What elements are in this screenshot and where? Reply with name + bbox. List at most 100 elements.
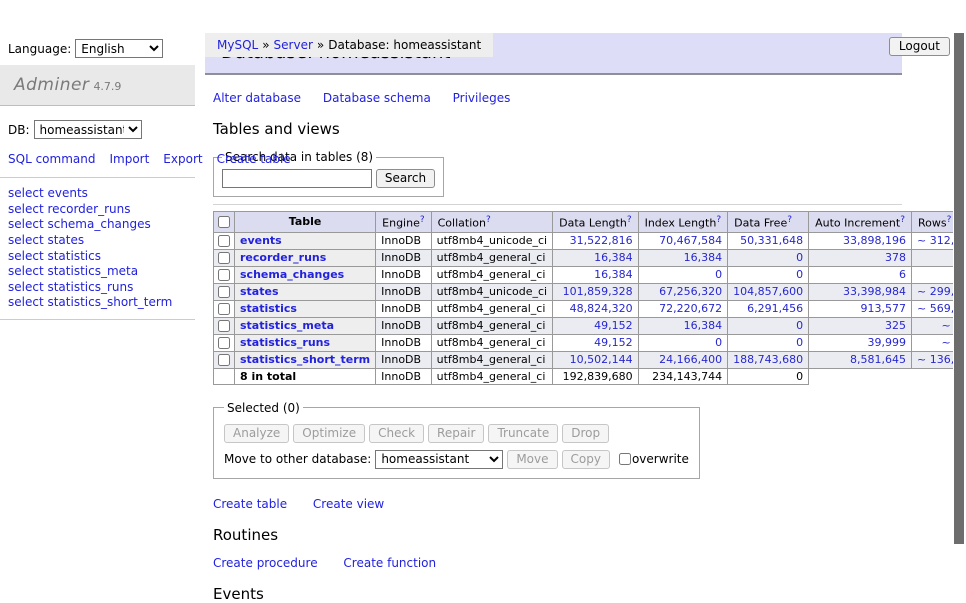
totals-row: 8 in total InnoDB utf8mb4_general_ci 192… — [214, 368, 966, 384]
help-icon[interactable]: ? — [627, 215, 632, 225]
data-free-cell: 0 — [728, 334, 809, 351]
table-link[interactable]: statistics_runs — [240, 336, 330, 349]
help-icon[interactable]: ? — [787, 215, 792, 225]
scrollbar-thumb[interactable] — [954, 33, 964, 544]
breadcrumb-current: Database: homeassistant — [328, 38, 481, 52]
data-length-cell: 48,824,320 — [553, 300, 638, 317]
create-procedure-link[interactable]: Create procedure — [213, 556, 318, 570]
repair-button[interactable]: Repair — [428, 424, 484, 443]
privileges-link[interactable]: Privileges — [453, 91, 511, 105]
table-link[interactable]: statistics — [240, 302, 297, 315]
table-link[interactable]: events — [240, 234, 282, 247]
help-icon[interactable]: ? — [420, 215, 425, 225]
breadcrumb-mysql-link[interactable]: MySQL — [217, 38, 258, 52]
drop-button[interactable]: Drop — [562, 424, 609, 443]
logout-button[interactable]: Logout — [889, 37, 950, 56]
sidebar-item-select-statistics-meta[interactable]: select statistics_meta — [8, 264, 187, 280]
row-checkbox[interactable] — [218, 320, 230, 332]
collation-cell: utf8mb4_general_ci — [431, 266, 552, 283]
data-free-cell: 188,743,680 — [728, 351, 809, 368]
table-row: states InnoDB utf8mb4_unicode_ci 101,859… — [214, 283, 966, 300]
table-link[interactable]: states — [240, 285, 279, 298]
help-icon[interactable]: ? — [900, 215, 905, 225]
table-name-cell: schema_changes — [235, 266, 376, 283]
sidebar-item-select-recorder-runs[interactable]: select recorder_runs — [8, 202, 187, 218]
total-index-length: 234,143,744 — [638, 368, 728, 384]
table-name-cell: statistics — [235, 300, 376, 317]
db-select[interactable]: homeassistant — [34, 120, 142, 139]
data-free-cell: 6,291,456 — [728, 300, 809, 317]
column-header-data-free: Data Free? — [728, 212, 809, 233]
table-link[interactable]: statistics_meta — [240, 319, 334, 332]
sidebar-item-select-statistics[interactable]: select statistics — [8, 249, 187, 265]
row-checkbox[interactable] — [218, 252, 230, 264]
import-link[interactable]: Import — [109, 152, 149, 166]
check-button[interactable]: Check — [369, 424, 424, 443]
optimize-button[interactable]: Optimize — [293, 424, 365, 443]
breadcrumb-server-link[interactable]: Server — [274, 38, 313, 52]
create-function-link[interactable]: Create function — [343, 556, 436, 570]
breadcrumb: MySQL»Server»Database: homeassistant — [205, 33, 493, 57]
search-input[interactable] — [222, 169, 372, 188]
sidebar-item-select-events[interactable]: select events — [8, 186, 187, 202]
sidebar-divider-bottom — [0, 319, 195, 320]
search-button[interactable]: Search — [376, 169, 435, 188]
truncate-button[interactable]: Truncate — [488, 424, 558, 443]
total-engine: InnoDB — [376, 368, 431, 384]
row-checkbox[interactable] — [218, 286, 230, 298]
move-button[interactable]: Move — [507, 450, 557, 469]
create-view-link[interactable]: Create view — [313, 497, 384, 511]
data-length-cell: 101,859,328 — [553, 283, 638, 300]
sidebar-item-select-statistics-runs[interactable]: select statistics_runs — [8, 280, 187, 296]
overwrite-checkbox[interactable] — [619, 453, 631, 465]
adminer-brand: Adminer — [14, 75, 89, 95]
analyze-button[interactable]: Analyze — [224, 424, 289, 443]
column-header-auto-increment: Auto Increment? — [809, 212, 912, 233]
table-name-cell: statistics_meta — [235, 317, 376, 334]
row-checkbox[interactable] — [218, 303, 230, 315]
help-icon[interactable]: ? — [486, 215, 491, 225]
sql-command-link[interactable]: SQL command — [8, 152, 95, 166]
sidebar-item-select-schema-changes[interactable]: select schema_changes — [8, 217, 187, 233]
help-icon[interactable]: ? — [947, 215, 952, 225]
copy-button[interactable]: Copy — [562, 450, 610, 469]
sidebar-item-select-statistics-short-term[interactable]: select statistics_short_term — [8, 295, 187, 311]
row-checkbox[interactable] — [218, 269, 230, 281]
row-checkbox[interactable] — [218, 354, 230, 366]
engine-cell: InnoDB — [376, 317, 431, 334]
index-length-cell: 72,220,672 — [638, 300, 728, 317]
select-all-checkbox[interactable] — [218, 216, 230, 228]
database-actions: Alter database Database schema Privilege… — [213, 91, 902, 105]
data-free-cell: 0 — [728, 249, 809, 266]
table-link[interactable]: recorder_runs — [240, 251, 326, 264]
table-row: schema_changes InnoDB utf8mb4_general_ci… — [214, 266, 966, 283]
table-link[interactable]: statistics_short_term — [240, 353, 370, 366]
selected-buttons-row: AnalyzeOptimizeCheckRepairTruncateDrop — [224, 424, 689, 443]
breadcrumb-separator: » — [262, 38, 269, 52]
row-checkbox[interactable] — [218, 235, 230, 247]
create-table-link[interactable]: Create table — [213, 497, 287, 511]
database-schema-link[interactable]: Database schema — [323, 91, 431, 105]
column-header-data-length: Data Length? — [553, 212, 638, 233]
column-header-index-length: Index Length? — [638, 212, 728, 233]
create-table-link-sidebar[interactable]: Create table — [217, 152, 291, 166]
language-select[interactable]: English — [75, 39, 163, 58]
total-data-free: 0 — [728, 368, 809, 384]
table-row: statistics_runs InnoDB utf8mb4_general_c… — [214, 334, 966, 351]
table-row: statistics_short_term InnoDB utf8mb4_gen… — [214, 351, 966, 368]
auto-increment-cell: 913,577 — [809, 300, 912, 317]
auto-increment-cell: 8,581,645 — [809, 351, 912, 368]
sidebar-table-links: select events select recorder_runs selec… — [0, 186, 195, 311]
table-row: events InnoDB utf8mb4_unicode_ci 31,522,… — [214, 232, 966, 249]
engine-cell: InnoDB — [376, 232, 431, 249]
move-database-select[interactable]: homeassistant — [375, 450, 503, 469]
auto-increment-cell: 6 — [809, 266, 912, 283]
data-length-cell: 49,152 — [553, 334, 638, 351]
sidebar-item-select-states[interactable]: select states — [8, 233, 187, 249]
row-checkbox[interactable] — [218, 337, 230, 349]
index-length-cell: 16,384 — [638, 317, 728, 334]
export-link[interactable]: Export — [163, 152, 202, 166]
table-link[interactable]: schema_changes — [240, 268, 344, 281]
help-icon[interactable]: ? — [716, 215, 721, 225]
alter-database-link[interactable]: Alter database — [213, 91, 301, 105]
